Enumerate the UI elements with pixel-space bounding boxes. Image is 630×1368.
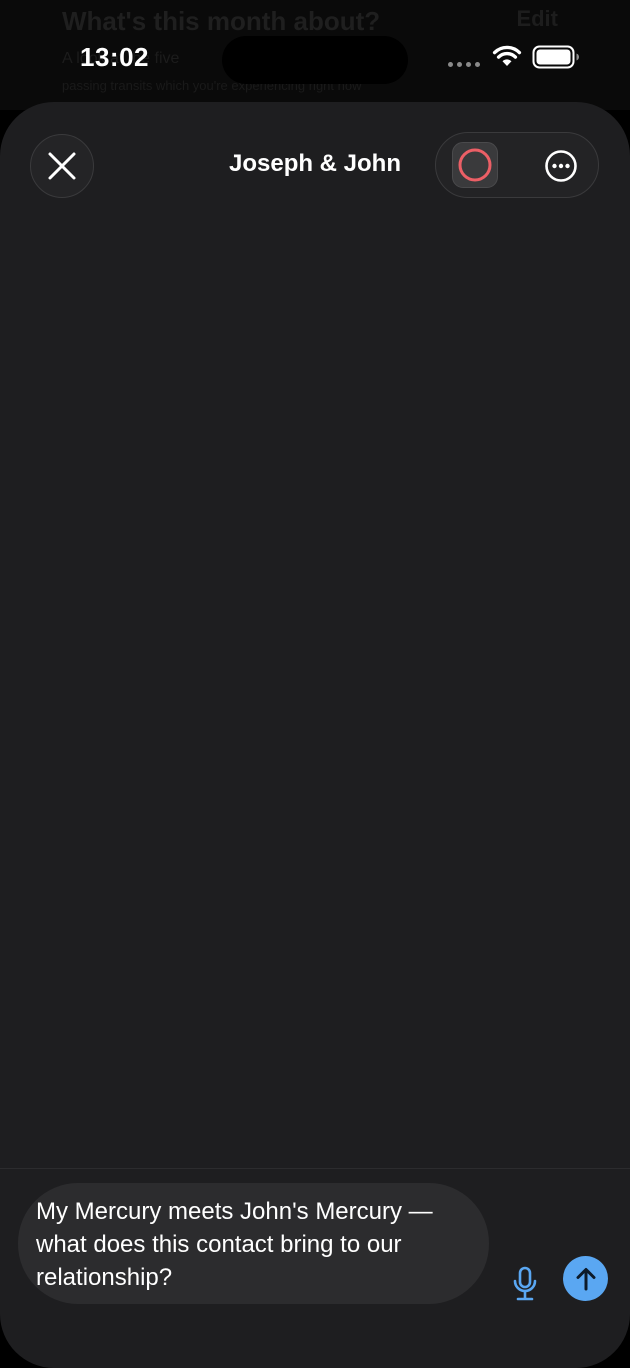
microphone-icon <box>513 1266 537 1301</box>
dynamic-island <box>222 36 408 84</box>
more-icon <box>545 150 577 182</box>
wifi-icon <box>492 45 522 66</box>
chat-sheet: Joseph & John My Mercury meets John's Me… <box>0 102 630 1368</box>
record-button[interactable] <box>452 142 498 188</box>
record-icon <box>458 148 492 182</box>
arrow-up-icon <box>576 1267 595 1290</box>
status-time: 13:02 <box>80 42 149 72</box>
cellular-signal-icon <box>448 62 480 67</box>
more-options-button[interactable] <box>544 149 578 183</box>
microphone-button[interactable] <box>508 1262 542 1306</box>
message-input[interactable]: My Mercury meets John's Mercury — what d… <box>18 1183 489 1304</box>
send-button[interactable] <box>563 1256 608 1301</box>
screen: What's this month about? Edit A look at … <box>0 0 630 1368</box>
battery-icon <box>532 45 579 69</box>
close-icon <box>48 152 76 180</box>
close-button[interactable] <box>30 134 94 198</box>
composer-divider <box>0 1168 630 1169</box>
message-input-text[interactable]: My Mercury meets John's Mercury — what d… <box>36 1195 476 1294</box>
header-actions-pill <box>435 132 599 198</box>
chat-title: Joseph & John <box>228 150 402 177</box>
status-bar: 13:02 <box>0 0 630 110</box>
